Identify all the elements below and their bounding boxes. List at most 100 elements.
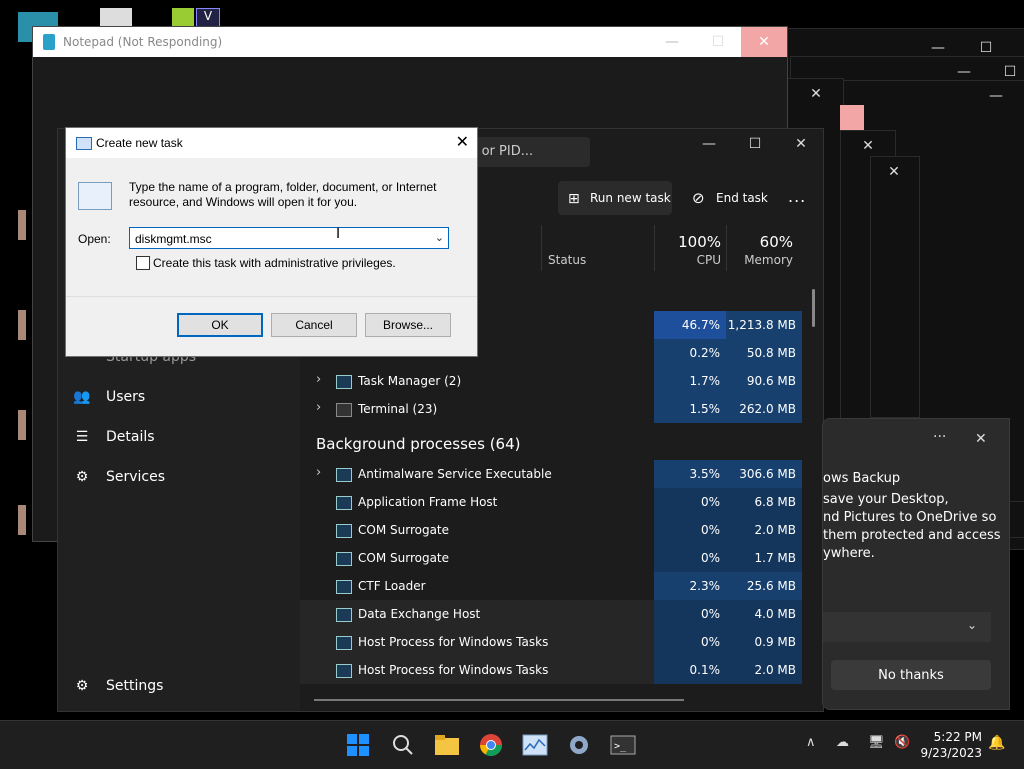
run-new-task-label: Run new task	[590, 191, 671, 205]
cpu-value: 46.7%	[681, 318, 720, 332]
notification-dropdown[interactable]: ⌄	[823, 612, 991, 642]
cpu-value: 0.2%	[689, 346, 721, 360]
maximize-icon[interactable]: ☐	[732, 129, 778, 159]
column-memory-header[interactable]: 60% Memory	[726, 225, 801, 271]
scrollbar-thumb[interactable]	[812, 289, 815, 327]
memory-cell: 25.6 MB	[726, 572, 802, 600]
memory-cell: 50.8 MB	[726, 339, 802, 367]
memory-value: 1,213.8 MB	[727, 318, 796, 332]
notification-bell-icon[interactable]: 🔔	[988, 735, 1005, 751]
admin-checkbox-label: Create this task with administrative pri…	[153, 256, 396, 270]
desktop-icon-side-3[interactable]	[18, 410, 26, 440]
minimize-icon[interactable]: —	[973, 81, 1019, 111]
expand-chevron-icon[interactable]: ›	[316, 372, 321, 387]
file-explorer-icon[interactable]	[433, 731, 461, 759]
run-new-task-button[interactable]: ⊞ Run new task	[558, 181, 672, 215]
cpu-cell: 0.1%	[654, 656, 726, 684]
settings-label: Settings	[106, 678, 164, 694]
run-task-icon: ⊞	[568, 191, 580, 207]
expand-chevron-icon[interactable]: ›	[316, 400, 321, 415]
memory-value: 0.9 MB	[754, 635, 796, 649]
open-input[interactable]: diskmgmt.msc ⌄	[129, 227, 449, 249]
end-task-icon: ⊘	[692, 189, 705, 207]
network-icon[interactable]: 🖥	[868, 735, 885, 750]
terminal-icon[interactable]: >_	[609, 731, 637, 759]
cpu-cell: 1.7%	[654, 367, 726, 395]
notepad-icon	[43, 34, 55, 50]
end-task-button[interactable]: ⊘ End task	[684, 181, 770, 215]
desktop-icon-side-1[interactable]	[18, 210, 26, 240]
clock[interactable]: 5:22 PM 9/23/2023	[920, 729, 982, 761]
minimize-icon[interactable]: —	[649, 27, 695, 57]
cpu-value: 0%	[700, 523, 720, 537]
sidebar-item-users[interactable]: 👥 Users	[72, 389, 145, 405]
process-icon	[336, 608, 352, 622]
process-icon	[336, 496, 352, 510]
memory-value: 262.0 MB	[739, 402, 796, 416]
process-name: Application Frame Host	[358, 495, 498, 509]
expand-chevron-icon[interactable]: ›	[316, 465, 321, 480]
cpu-value: 0%	[700, 607, 720, 621]
notification-close-icon[interactable]: ✕	[975, 431, 987, 447]
dropdown-chevron-icon[interactable]: ⌄	[435, 231, 444, 244]
admin-checkbox[interactable]	[136, 256, 150, 270]
more-options-button[interactable]: ...	[782, 181, 812, 215]
cancel-button[interactable]: Cancel	[271, 313, 357, 337]
dialog-close-icon[interactable]: ✕	[456, 132, 469, 152]
process-icon	[336, 580, 352, 594]
cpu-cell: 0%	[654, 628, 726, 656]
ok-button[interactable]: OK	[177, 313, 263, 337]
start-button-icon[interactable]	[344, 731, 372, 759]
memory-value: 1.7 MB	[754, 551, 796, 565]
more-options-icon[interactable]: ···	[933, 429, 946, 445]
settings-gear-icon[interactable]	[565, 731, 593, 759]
cpu-cell: 1.5%	[654, 395, 726, 423]
dropdown-chevron-icon: ⌄	[966, 618, 977, 632]
close-icon[interactable]: ✕	[778, 129, 824, 159]
desktop-folder-icon[interactable]	[172, 8, 194, 28]
open-input-value: diskmgmt.msc	[135, 232, 212, 246]
cpu-value: 0%	[700, 551, 720, 565]
process-icon	[336, 552, 352, 566]
clock-date: 9/23/2023	[920, 746, 982, 760]
run-dialog-icon	[76, 137, 92, 150]
dialog-titlebar[interactable]: Create new task ✕	[66, 128, 477, 158]
memory-cell: 1.7 MB	[726, 544, 802, 572]
task-manager-taskbar-icon[interactable]	[521, 731, 549, 759]
sidebar-item-settings[interactable]: ⚙ Settings	[72, 678, 164, 694]
cpu-cell: 0%	[654, 516, 726, 544]
desktop-icon-side-2[interactable]	[18, 310, 26, 340]
show-hidden-icons-icon[interactable]: ∧	[806, 735, 816, 750]
taskbar: >_ ∧ ☁ 🖥 🔇 5:22 PM 9/23/2023 🔔	[0, 720, 1024, 769]
sidebar-item-details[interactable]: ☰ Details	[72, 429, 155, 445]
search-icon[interactable]	[389, 731, 417, 759]
memory-value: 2.0 MB	[754, 663, 796, 677]
column-status-header[interactable]: Status	[541, 225, 662, 271]
browse-button[interactable]: Browse...	[365, 313, 451, 337]
create-new-task-dialog: Create new task ✕ Type the name of a pro…	[65, 127, 478, 357]
memory-value: 306.6 MB	[739, 467, 796, 481]
sidebar-item-services[interactable]: ⚙ Services	[72, 469, 165, 485]
volume-muted-icon[interactable]: 🔇	[894, 735, 910, 750]
maximize-icon[interactable]: ☐	[695, 27, 741, 57]
memory-cell: 1,213.8 MB	[726, 311, 802, 339]
notepad-titlebar[interactable]: Notepad (Not Responding) — ☐ ✕	[33, 27, 787, 57]
services-icon: ⚙	[75, 469, 89, 485]
chrome-icon[interactable]	[477, 731, 505, 759]
no-thanks-button[interactable]: No thanks	[831, 660, 991, 690]
onedrive-icon[interactable]: ☁	[836, 735, 849, 750]
more-icon: ...	[788, 187, 807, 206]
close-icon[interactable]: ✕	[741, 27, 787, 57]
memory-cell: 306.6 MB	[726, 460, 802, 488]
desktop-icon-side-4[interactable]	[18, 505, 26, 535]
memory-total-value: 60%	[759, 233, 793, 251]
close-icon[interactable]: ✕	[871, 157, 917, 187]
column-cpu-header[interactable]: 100% CPU	[654, 225, 727, 271]
memory-value: 6.8 MB	[754, 495, 796, 509]
minimize-icon[interactable]: —	[686, 129, 732, 159]
close-icon[interactable]: ✕	[793, 79, 839, 109]
users-icon: 👥	[73, 389, 91, 405]
memory-cell: 2.0 MB	[726, 656, 802, 684]
horizontal-scrollbar[interactable]	[314, 699, 684, 701]
cpu-value: 0%	[700, 635, 720, 649]
